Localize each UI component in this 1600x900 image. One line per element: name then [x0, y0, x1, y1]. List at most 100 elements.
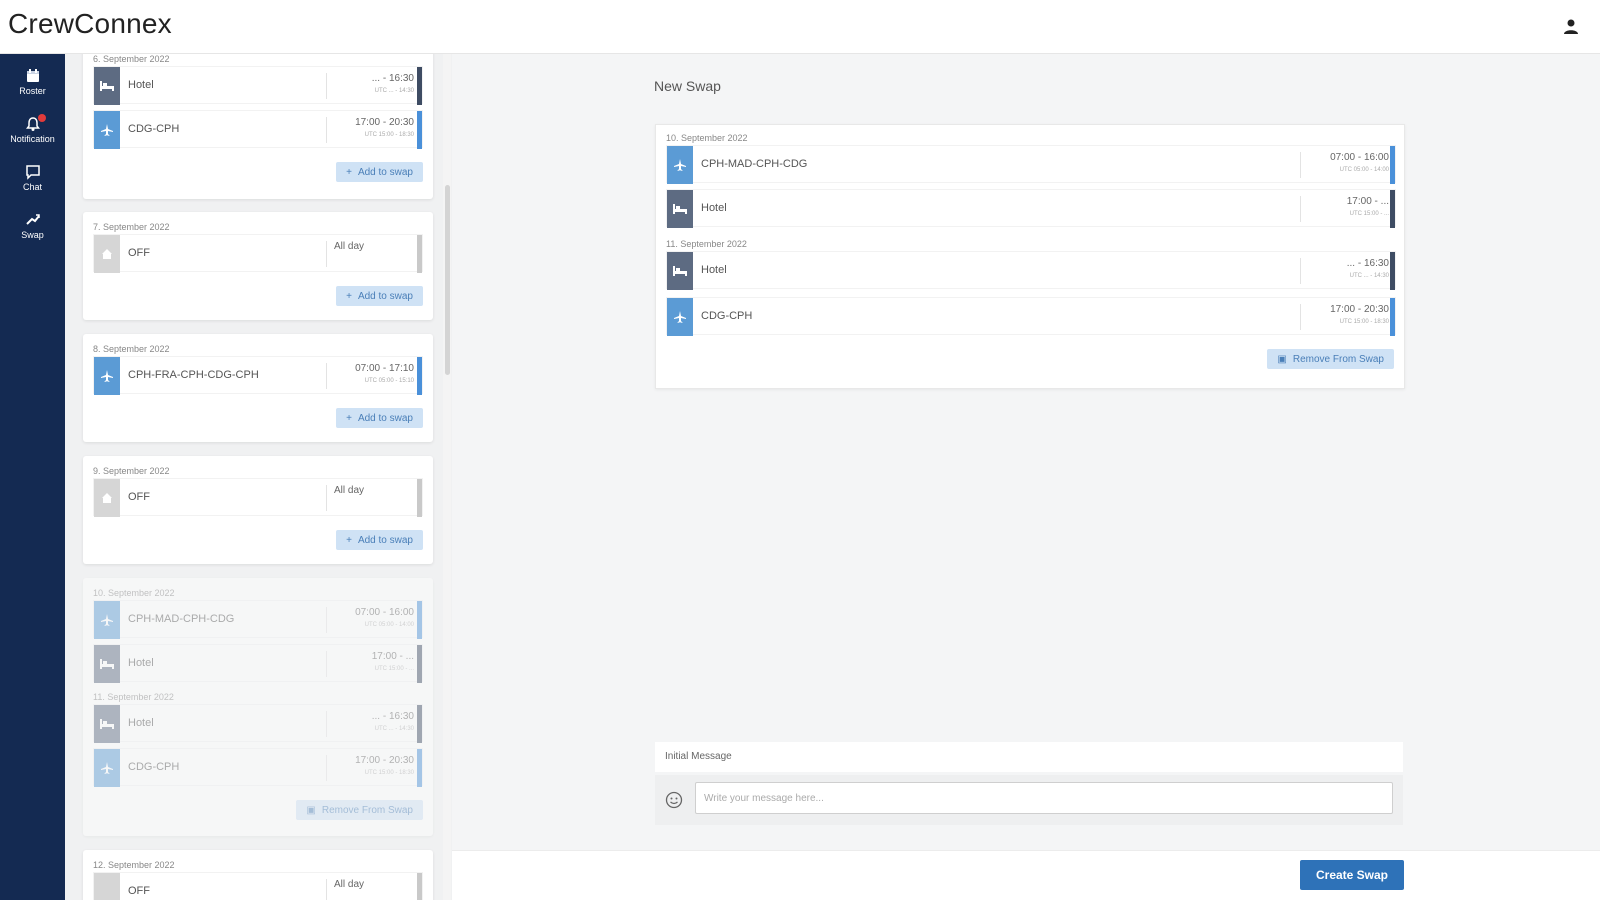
plane-icon [101, 614, 113, 626]
duty-row[interactable]: CDG-CPH 17:00 - 20:30 UTC 15:00 - 18:30 [93, 748, 423, 787]
duty-separator [1300, 304, 1301, 330]
duty-name: OFF [128, 247, 150, 259]
footer-bar [452, 850, 1600, 900]
duty-row[interactable]: OFF All day [93, 872, 423, 900]
swap-duty-row[interactable]: CDG-CPH 17:00 - 20:30 UTC 15:00 - 18:30 [666, 297, 1396, 336]
duty-status-bar [1390, 252, 1395, 290]
off-tile [94, 235, 120, 273]
nav-item-notification[interactable]: Notification [0, 112, 65, 160]
add-to-swap-label: Add to swap [357, 412, 413, 424]
duty-name: CDG-CPH [128, 123, 180, 135]
duty-row[interactable]: CDG-CPH 17:00 - 20:30 UTC 15:00 - 18:30 [93, 110, 423, 149]
duty-row[interactable]: CPH-FRA-CPH-CDG-CPH 07:00 - 17:10 UTC 05… [93, 356, 423, 395]
duty-status-bar [417, 67, 422, 105]
off-tile [94, 873, 120, 900]
duty-utc-time: UTC 15:00 - 18:30 [364, 132, 414, 138]
card-date: 11. September 2022 [93, 692, 174, 702]
flight-tile [94, 111, 120, 149]
duty-time: 07:00 - 16:00 [355, 607, 414, 618]
duty-utc-time: UTC ... - 14:30 [374, 726, 414, 732]
duty-time: 17:00 - ... [1346, 196, 1389, 207]
nav-item-chat[interactable]: Chat [0, 160, 65, 208]
duty-utc-time: UTC 15:00 - ... [374, 666, 414, 672]
duty-utc-time: UTC 15:00 - ... [1349, 211, 1389, 217]
duty-row[interactable]: Hotel ... - 16:30 UTC ... - 14:30 [93, 704, 423, 743]
duty-utc-time: UTC 15:00 - 18:30 [1339, 319, 1389, 325]
bed-icon [100, 719, 114, 729]
remove-from-swap-label: Remove From Swap [321, 804, 413, 816]
swap-icon [25, 214, 40, 225]
duty-separator [326, 241, 327, 267]
add-to-swap-button[interactable]: + Add to swap [336, 408, 423, 428]
duty-status-bar [417, 357, 422, 395]
swap-group-date: 11. September 2022 [666, 239, 747, 249]
remove-from-swap-button[interactable]: ▣ Remove From Swap [296, 800, 423, 820]
duty-separator [1300, 258, 1301, 284]
swap-duty-row[interactable]: CPH-MAD-CPH-CDG 07:00 - 16:00 UTC 05:00 … [666, 145, 1396, 184]
bed-icon [100, 81, 114, 91]
chat-icon [25, 165, 40, 180]
duty-time: ... - 16:30 [371, 73, 414, 84]
duty-name: CDG-CPH [701, 310, 753, 322]
duty-row[interactable]: OFF All day [93, 234, 423, 273]
sidebar: Roster Notification Chat Swap [0, 54, 65, 900]
duty-separator [326, 879, 327, 900]
duty-status-bar [417, 479, 422, 517]
roster-card: 9. September 2022 OFF All day + Add to s… [83, 456, 433, 564]
initial-message-header: Initial Message [655, 742, 1403, 772]
remove-from-swap-button[interactable]: ▣ Remove From Swap [1267, 349, 1394, 369]
duty-name: Hotel [128, 717, 154, 729]
duty-name: Hotel [701, 264, 727, 276]
list-scrollbar-track[interactable] [443, 54, 451, 900]
message-composer [655, 775, 1403, 825]
card-date: 7. September 2022 [93, 222, 170, 232]
create-swap-button[interactable]: Create Swap [1300, 860, 1404, 890]
add-to-swap-button[interactable]: + Add to swap [336, 162, 423, 182]
emoji-icon[interactable] [665, 791, 683, 809]
flight-tile [667, 298, 693, 336]
duty-row[interactable]: Hotel ... - 16:30 UTC ... - 14:30 [93, 66, 423, 105]
duty-time: All day [334, 241, 365, 252]
top-bar: CrewConnex [0, 0, 1600, 54]
add-to-swap-label: Add to swap [357, 166, 413, 178]
duty-row[interactable]: Hotel 17:00 - ... UTC 15:00 - ... [93, 644, 423, 683]
flight-tile [94, 357, 120, 395]
duty-name: OFF [128, 491, 150, 503]
trash-icon: ▣ [306, 804, 316, 816]
swap-duty-row[interactable]: Hotel ... - 16:30 UTC ... - 14:30 [666, 251, 1396, 290]
add-to-swap-button[interactable]: + Add to swap [336, 286, 423, 306]
duty-utc-time: UTC 15:00 - 18:30 [364, 770, 414, 776]
add-to-swap-label: Add to swap [357, 290, 413, 302]
new-swap-box: 10. September 2022 CPH-MAD-CPH-CDG 07:00… [655, 124, 1405, 389]
duty-name: Hotel [701, 202, 727, 214]
hotel-tile [667, 252, 693, 290]
calendar-icon [26, 69, 39, 82]
nav-item-roster[interactable]: Roster [0, 64, 65, 112]
user-icon[interactable] [1562, 18, 1580, 36]
duty-status-bar [1390, 190, 1395, 228]
add-to-swap-button[interactable]: + Add to swap [336, 530, 423, 550]
roster-card: 8. September 2022 CPH-FRA-CPH-CDG-CPH 07… [83, 334, 433, 442]
duty-status-bar [417, 235, 422, 273]
flight-tile [94, 749, 120, 787]
swap-duty-row[interactable]: Hotel 17:00 - ... UTC 15:00 - ... [666, 189, 1396, 228]
duty-separator [326, 651, 327, 677]
nav-item-swap[interactable]: Swap [0, 208, 65, 256]
duty-name: Hotel [128, 657, 154, 669]
duty-utc-time: UTC ... - 14:30 [1349, 273, 1389, 279]
plus-icon: + [346, 166, 352, 178]
duty-status-bar [1390, 298, 1395, 336]
message-input[interactable] [695, 782, 1393, 814]
duty-time: 07:00 - 16:00 [1330, 152, 1389, 163]
duty-name: CDG-CPH [128, 761, 180, 773]
list-scrollbar-thumb[interactable] [445, 185, 450, 375]
duty-name: CPH-MAD-CPH-CDG [701, 158, 808, 170]
roster-list-panel[interactable]: 6. September 2022 Hotel ... - 16:30 UTC … [65, 54, 455, 900]
duty-time: 07:00 - 17:10 [355, 363, 414, 374]
duty-status-bar [1390, 146, 1395, 184]
plane-icon [674, 311, 686, 323]
duty-row[interactable]: CPH-MAD-CPH-CDG 07:00 - 16:00 UTC 05:00 … [93, 600, 423, 639]
duty-row[interactable]: OFF All day [93, 478, 423, 517]
roster-card: 7. September 2022 OFF All day + Add to s… [83, 212, 433, 320]
hotel-tile [94, 705, 120, 743]
